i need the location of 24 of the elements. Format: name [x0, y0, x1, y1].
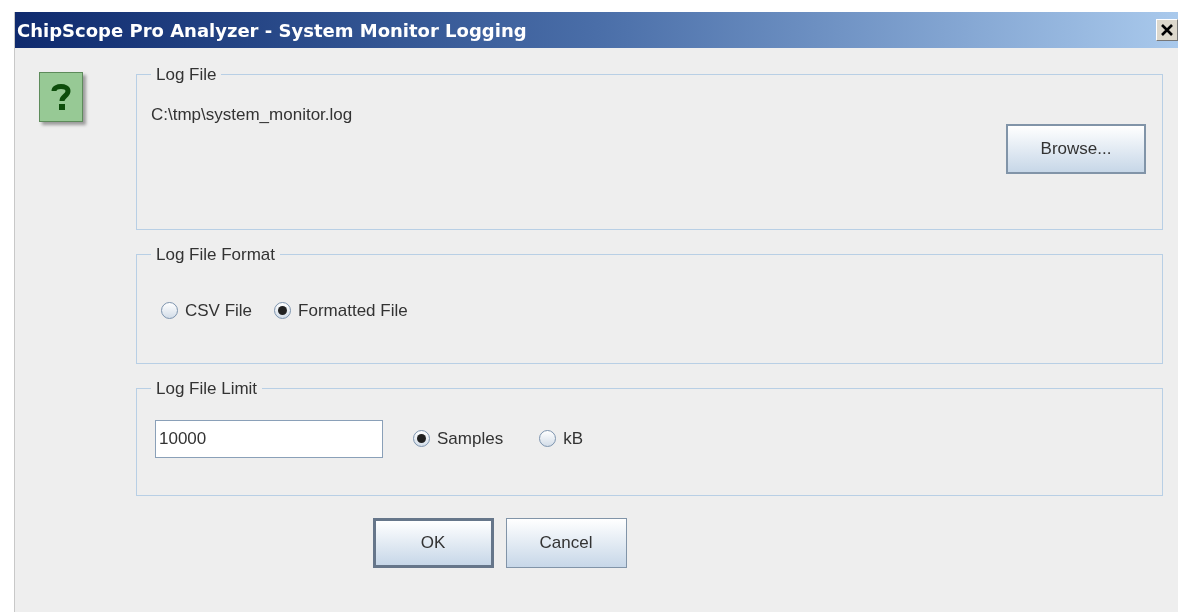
- radio-label: Formatted File: [298, 299, 408, 322]
- window-title: ChipScope Pro Analyzer - System Monitor Logging: [17, 18, 527, 43]
- file-path: C:\tmp\system_monitor.log: [151, 103, 353, 126]
- group-title: Log File Limit: [155, 378, 259, 400]
- radio-option[interactable]: Formatted File: [274, 297, 408, 323]
- radio-label: Samples: [437, 427, 504, 450]
- radio-option[interactable]: kB: [539, 425, 583, 452]
- browse-button[interactable]: Browse...: [1006, 123, 1146, 174]
- radio-button[interactable]: [539, 430, 557, 447]
- dialog-button[interactable]: Cancel: [505, 518, 627, 568]
- radio-label: kB: [563, 427, 583, 450]
- group-title: Log File: [155, 64, 218, 86]
- radio-option[interactable]: CSV File: [161, 297, 253, 323]
- group-title: Log File Format: [155, 244, 277, 266]
- radio-label: CSV File: [185, 299, 253, 322]
- help-icon: [39, 72, 83, 122]
- radio-button[interactable]: [161, 301, 178, 319]
- radio-option[interactable]: Samples: [413, 425, 504, 452]
- close-icon: [1160, 23, 1174, 37]
- limit-field[interactable]: 10000: [155, 419, 383, 458]
- dialog-button[interactable]: OK: [372, 518, 494, 568]
- close-button[interactable]: [1156, 19, 1178, 41]
- radio-button[interactable]: [413, 430, 430, 447]
- radio-button[interactable]: [274, 301, 292, 319]
